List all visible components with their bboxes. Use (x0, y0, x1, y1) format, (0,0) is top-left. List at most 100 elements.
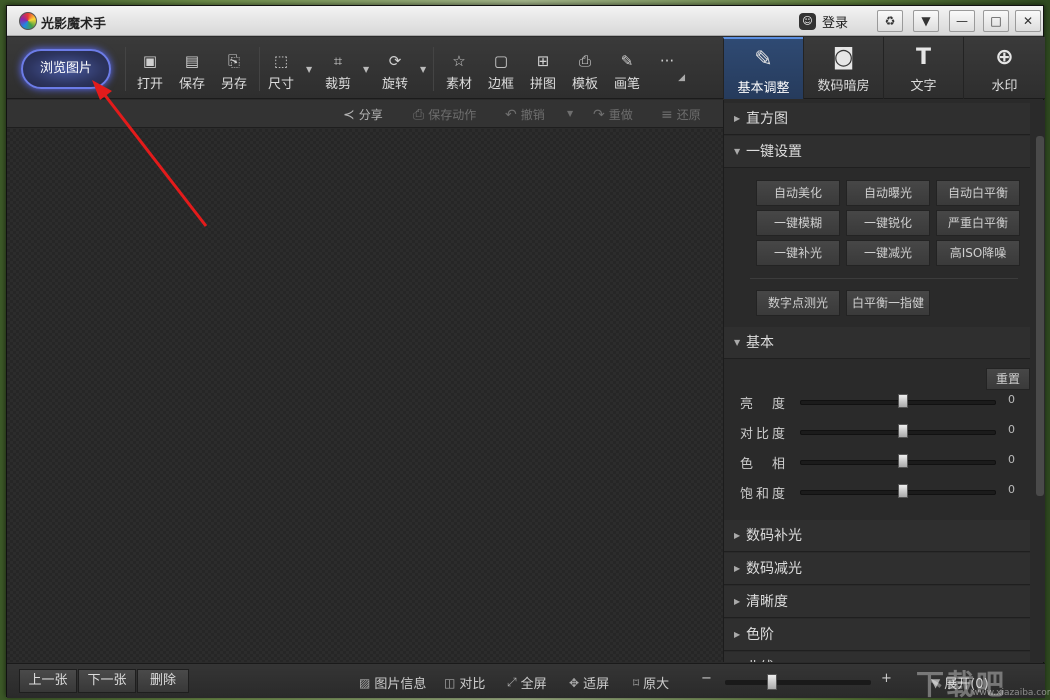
brightness-knob[interactable] (898, 394, 908, 408)
redo-button[interactable]: ↷ 重做 (593, 106, 633, 123)
hue-slider[interactable]: 色 相 0 (740, 451, 1030, 472)
collage-label: 拼图 (529, 77, 556, 92)
contrast-slider[interactable]: 对比度 0 (740, 421, 1030, 442)
tab-basic-adjust[interactable]: ✎ 基本调整 (723, 37, 803, 99)
image-canvas[interactable] (7, 129, 723, 662)
fullscreen-icon: ⤢ (507, 675, 517, 689)
section-sharpness-label: 清晰度 (746, 594, 788, 610)
section-reduce-light[interactable]: ▶ 数码减光 (724, 553, 1030, 585)
save-as-label: 另存 (220, 77, 247, 92)
saturation-slider[interactable]: 饱和度 0 (740, 481, 1030, 502)
tab-watermark[interactable]: ⊕ 水印 (963, 37, 1045, 99)
reset-button[interactable]: 重置 (986, 368, 1030, 390)
image-info-button[interactable]: ▨ 图片信息 (359, 673, 427, 693)
rotate-icon: ⟳ (388, 52, 402, 70)
panel-scrollbar[interactable] (1036, 136, 1044, 496)
fullscreen-button[interactable]: ⤢ 全屏 (507, 673, 547, 692)
section-sharpness[interactable]: ▶ 清晰度 (724, 586, 1030, 618)
save-label: 保存 (178, 77, 205, 92)
zoom-out-button[interactable]: − (701, 671, 712, 686)
more-icon: ··· (659, 52, 675, 70)
open-button[interactable]: ▣ 打开 (130, 51, 170, 92)
undo-button[interactable]: ↶ 撤销 (505, 106, 545, 123)
auto-exposure-button[interactable]: 自动曝光 (846, 180, 930, 206)
open-label: 打开 (136, 77, 163, 92)
close-button[interactable]: ✕ (1015, 10, 1041, 32)
undo-dropdown-arrow[interactable]: ▼ (567, 109, 573, 118)
restore-button[interactable]: ≡ 还原 (661, 106, 701, 123)
section-oneclick[interactable]: ▼ 一键设置 (724, 136, 1030, 168)
brush-label: 画笔 (613, 77, 640, 92)
save-action-icon: ⎙ (413, 106, 425, 123)
one-click-reduce-light-button[interactable]: 一键减光 (846, 240, 930, 266)
expanded-arrow-icon: ▼ (734, 147, 741, 156)
previous-image-button[interactable]: 上一张 (19, 669, 77, 693)
section-fill-light[interactable]: ▶ 数码补光 (724, 520, 1030, 552)
rotate-button[interactable]: ⟳ 旋转 (375, 51, 415, 92)
border-button[interactable]: ▢ 边框 (481, 51, 521, 92)
crop-dropdown-arrow[interactable]: ▼ (363, 65, 369, 74)
compare-label: 对比 (459, 677, 486, 692)
maximize-button[interactable]: □ (983, 10, 1009, 32)
brush-button[interactable]: ✎ 画笔 (607, 51, 647, 92)
section-histogram[interactable]: ▶ 直方图 (724, 103, 1030, 135)
undo-label: 撤销 (520, 108, 545, 122)
resize-dropdown-arrow[interactable]: ▼ (306, 65, 312, 74)
severe-white-balance-button[interactable]: 严重白平衡 (936, 210, 1020, 236)
hue-knob[interactable] (898, 454, 908, 468)
brightness-slider[interactable]: 亮 度 0 (740, 391, 1030, 412)
resize-button[interactable]: ⬚ 尺寸 (261, 51, 301, 92)
zoom-slider[interactable] (725, 680, 871, 685)
darkroom-icon: ◙ (832, 45, 855, 70)
share-icon: ≺ (343, 106, 355, 123)
section-curves[interactable]: ▶曲线 (724, 652, 1030, 662)
one-touch-white-balance-button[interactable]: 白平衡一指健 (846, 290, 930, 316)
skin-button[interactable]: ♻ (877, 10, 903, 32)
original-size-button[interactable]: ⌑ 原大 (633, 673, 669, 693)
menu-button[interactable]: ▼ (913, 10, 939, 32)
saturation-knob[interactable] (898, 484, 908, 498)
template-button[interactable]: ⎙ 模板 (565, 51, 605, 92)
browse-images-button[interactable]: 浏览图片 (21, 49, 111, 89)
spot-metering-button[interactable]: 数字点测光 (756, 290, 840, 316)
section-reduce-light-label: 数码减光 (746, 561, 802, 577)
save-action-button[interactable]: ⎙ 保存动作 (413, 106, 476, 123)
section-levels[interactable]: ▶ 色阶 (724, 619, 1030, 651)
image-info-label: 图片信息 (374, 677, 427, 692)
collapsed-arrow-icon: ▶ (734, 652, 746, 662)
material-label: 素材 (445, 77, 472, 92)
more-button[interactable]: ··· ◢ (647, 51, 687, 91)
collage-button[interactable]: ⊞ 拼图 (523, 51, 563, 92)
panel-divider (750, 278, 1018, 279)
zoom-slider-knob[interactable] (767, 674, 777, 690)
one-click-blur-button[interactable]: 一键模糊 (756, 210, 840, 236)
section-basic[interactable]: ▼ 基本 (724, 327, 1030, 359)
minimize-button[interactable]: — (949, 10, 975, 32)
auto-beautify-button[interactable]: 自动美化 (756, 180, 840, 206)
save-as-icon: ⎘ (227, 52, 240, 70)
auto-white-balance-button[interactable]: 自动白平衡 (936, 180, 1020, 206)
fit-screen-button[interactable]: ✥ 适屏 (569, 673, 610, 693)
brightness-label: 亮 度 (740, 397, 789, 412)
adjust-panel: ▶ 直方图 ▼ 一键设置 自动美化 自动曝光 自动白平衡 一键模糊 一键锐化 严重白… (723, 100, 1045, 662)
crop-button[interactable]: ⌗ 裁剪 (318, 51, 358, 92)
share-button[interactable]: ≺ 分享 (343, 106, 383, 123)
fit-screen-label: 适屏 (583, 677, 610, 692)
high-iso-denoise-button[interactable]: 高ISO降噪 (936, 240, 1020, 266)
one-click-sharpen-button[interactable]: 一键锐化 (846, 210, 930, 236)
save-as-button[interactable]: ⎘ 另存 (214, 51, 254, 92)
contrast-knob[interactable] (898, 424, 908, 438)
login-button[interactable]: ☺ 登录 (799, 11, 848, 31)
watermark-url: www.xiazaiba.com (972, 688, 1050, 698)
save-button[interactable]: ▤ 保存 (172, 51, 212, 92)
rotate-dropdown-arrow[interactable]: ▼ (420, 65, 426, 74)
tab-darkroom[interactable]: ◙ 数码暗房 (803, 37, 883, 99)
next-image-button[interactable]: 下一张 (78, 669, 136, 693)
tab-text[interactable]: T 文字 (883, 37, 963, 99)
collage-icon: ⊞ (536, 52, 550, 70)
zoom-in-button[interactable]: + (881, 671, 892, 686)
delete-button[interactable]: 删除 (137, 669, 189, 693)
material-button[interactable]: ☆ 素材 (439, 51, 479, 92)
one-click-fill-light-button[interactable]: 一键补光 (756, 240, 840, 266)
compare-button[interactable]: ◫ 对比 (444, 673, 486, 693)
